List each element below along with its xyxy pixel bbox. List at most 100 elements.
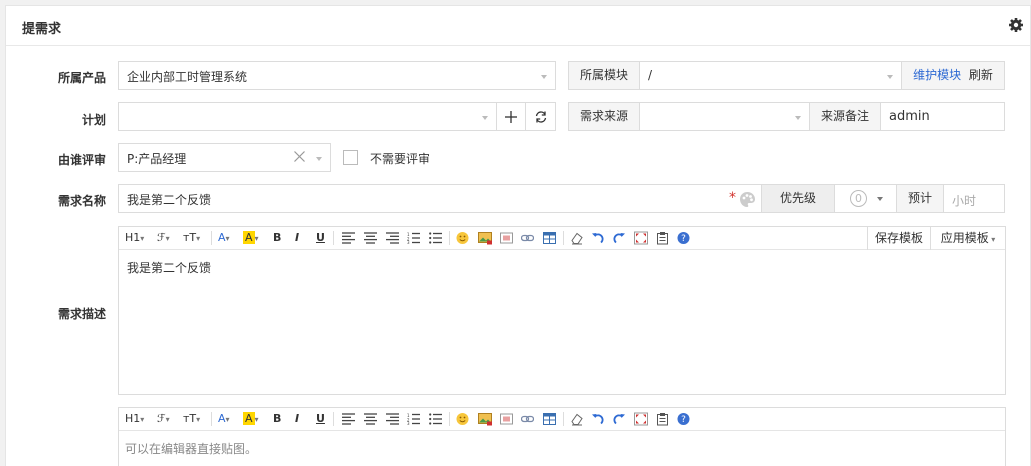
align-right-icon[interactable] <box>386 412 399 426</box>
source-note-input[interactable]: admin <box>880 102 1005 131</box>
underline-button[interactable]: U <box>316 412 325 426</box>
source-select[interactable] <box>639 102 810 131</box>
clear-icon[interactable] <box>294 151 305 162</box>
toolbar-divider <box>333 231 334 245</box>
chevron-down-icon <box>316 157 322 161</box>
image-icon[interactable] <box>478 231 492 245</box>
estimate-input[interactable]: 小时 <box>943 184 1005 213</box>
undo-icon[interactable] <box>591 412 604 426</box>
font-family-button[interactable]: ℱ▾ <box>157 412 170 426</box>
font-size-button[interactable]: тT▾ <box>183 412 200 426</box>
font-color-button[interactable]: A▾ <box>218 231 230 245</box>
plan-select[interactable] <box>118 102 497 131</box>
description-label: 需求描述 <box>57 307 106 321</box>
image-icon[interactable] <box>478 412 492 426</box>
description-content: 我是第二个反馈 <box>127 261 212 275</box>
italic-button[interactable]: I <box>295 412 299 426</box>
clipboard-icon[interactable] <box>656 412 669 426</box>
align-right-icon[interactable] <box>386 231 399 245</box>
ordered-list-icon[interactable]: 123 <box>407 412 420 426</box>
apply-template-button[interactable]: 应用模板 ▾ <box>930 227 1005 250</box>
redo-icon[interactable] <box>613 231 626 245</box>
module-select[interactable]: / <box>639 61 902 90</box>
story-name-input[interactable]: 我是第二个反馈 * <box>118 184 762 213</box>
reviewer-value: P:产品经理 <box>127 152 187 166</box>
eraser-icon[interactable] <box>570 231 583 245</box>
link-icon[interactable] <box>521 412 534 426</box>
svg-text:?: ? <box>681 415 686 425</box>
estimate-label: 预计 <box>896 184 944 213</box>
link-icon[interactable] <box>521 231 534 245</box>
underline-button[interactable]: U <box>316 231 325 245</box>
priority-badge: 0 <box>850 190 867 207</box>
bold-button[interactable]: B <box>273 231 281 245</box>
required-mark: * <box>729 190 736 206</box>
undo-icon[interactable] <box>591 231 604 245</box>
product-value: 企业内部工时管理系统 <box>127 70 248 84</box>
help-icon[interactable]: ? <box>677 231 690 245</box>
refresh-icon <box>535 111 547 123</box>
maintain-module-link[interactable]: 维护模块 <box>913 68 961 82</box>
refresh-module-link[interactable]: 刷新 <box>969 68 993 82</box>
align-left-icon[interactable] <box>342 231 355 245</box>
description-editor[interactable]: H1▾ ℱ▾ тT▾ A▾ A ▾ B I U 123 ? 保存模板 应用模板 ▾… <box>118 226 1006 395</box>
reviewer-select[interactable]: P:产品经理 <box>118 143 331 172</box>
emoji-icon[interactable] <box>456 231 469 245</box>
gear-icon[interactable] <box>1008 17 1024 33</box>
flash-icon[interactable] <box>500 412 513 426</box>
module-value: / <box>648 68 653 82</box>
color-palette-icon[interactable] <box>739 191 756 208</box>
estimate-placeholder: 小时 <box>952 194 977 208</box>
story-name-value: 我是第二个反馈 <box>127 193 212 207</box>
unordered-list-icon[interactable] <box>429 231 442 245</box>
font-color-button[interactable]: A▾ <box>218 412 230 426</box>
source-label: 需求来源 <box>568 102 640 131</box>
panel-header: 提需求 <box>6 6 1030 46</box>
add-plan-button[interactable] <box>496 102 526 131</box>
plus-icon <box>505 111 517 123</box>
heading-button[interactable]: H1▾ <box>125 231 144 245</box>
priority-select[interactable]: 0 <box>834 184 897 213</box>
chevron-down-icon <box>877 197 883 201</box>
background-color-button[interactable]: A ▾ <box>243 231 259 245</box>
product-select[interactable]: 企业内部工时管理系统 <box>118 61 556 90</box>
flash-icon[interactable] <box>500 231 513 245</box>
emoji-icon[interactable] <box>456 412 469 426</box>
table-icon[interactable] <box>543 231 556 245</box>
bold-button[interactable]: B <box>273 412 281 426</box>
redo-icon[interactable] <box>613 412 626 426</box>
toolbar-divider <box>211 412 212 426</box>
align-left-icon[interactable] <box>342 412 355 426</box>
background-color-button[interactable]: A ▾ <box>243 412 259 426</box>
editor-placeholder: 可以在编辑器直接贴图。 <box>125 442 258 456</box>
ordered-list-icon[interactable]: 123 <box>407 231 420 245</box>
unordered-list-icon[interactable] <box>429 412 442 426</box>
align-center-icon[interactable] <box>364 412 377 426</box>
toolbar-divider <box>449 231 450 245</box>
toolbar-divider <box>563 231 564 245</box>
svg-text:3: 3 <box>407 240 410 245</box>
svg-text:?: ? <box>681 234 686 244</box>
chevron-down-icon <box>887 75 893 79</box>
clipboard-icon[interactable] <box>656 231 669 245</box>
align-center-icon[interactable] <box>364 231 377 245</box>
font-family-button[interactable]: ℱ▾ <box>157 231 170 245</box>
toolbar-divider <box>211 231 212 245</box>
priority-label: 优先级 <box>761 184 835 213</box>
eraser-icon[interactable] <box>570 412 583 426</box>
save-template-button[interactable]: 保存模板 <box>867 227 930 250</box>
name-label: 需求名称 <box>57 194 106 208</box>
refresh-plan-button[interactable] <box>525 102 556 131</box>
chevron-down-icon <box>795 116 801 120</box>
acceptance-editor[interactable]: H1▾ ℱ▾ тT▾ A▾ A ▾ B I U 123 ? 可以在编辑器直接贴图。 <box>118 407 1006 466</box>
svg-text:3: 3 <box>407 421 410 426</box>
italic-button[interactable]: I <box>295 231 299 245</box>
heading-button[interactable]: H1▾ <box>125 412 144 426</box>
help-icon[interactable]: ? <box>677 412 690 426</box>
table-icon[interactable] <box>543 412 556 426</box>
fullscreen-icon[interactable] <box>634 231 648 245</box>
font-size-button[interactable]: тT▾ <box>183 231 200 245</box>
no-review-checkbox[interactable] <box>343 150 358 165</box>
module-label: 所属模块 <box>568 61 640 90</box>
fullscreen-icon[interactable] <box>634 412 648 426</box>
